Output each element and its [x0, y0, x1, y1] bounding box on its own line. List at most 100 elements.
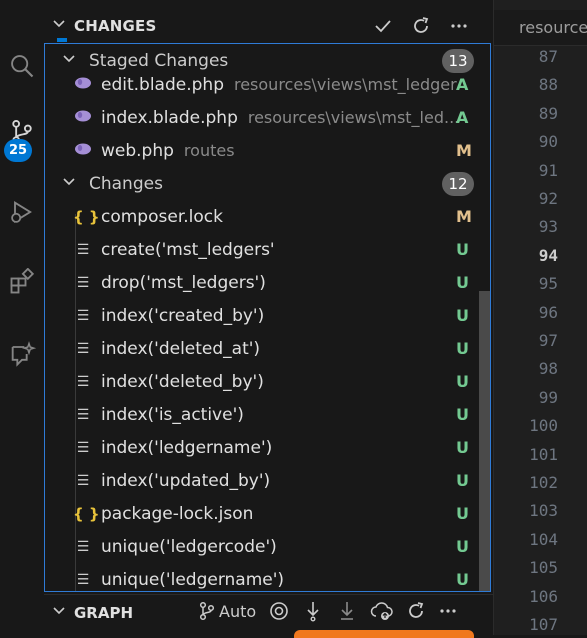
changed-file-row[interactable]: ☰ index('ledgername') U [45, 431, 475, 464]
pull-icon[interactable] [336, 600, 358, 622]
activity-bar: 25 [0, 0, 44, 635]
file-path: resources\views\mst_led... [247, 107, 460, 127]
status-untracked-badge: U [456, 306, 469, 325]
line-number: 96 [538, 302, 558, 322]
editor-area: resources 87 88 89 90 91 92 93 94 95 96 97 98 99 100 1… [493, 0, 587, 635]
line-number: 93 [538, 217, 558, 237]
text-lines-icon: ☰ [76, 340, 90, 357]
chevron-down-icon [62, 174, 76, 194]
changes-count-badge: 12 [442, 171, 474, 196]
line-number: 106 [529, 586, 558, 606]
status-untracked-badge: U [456, 504, 469, 523]
json-braces-icon: { } [73, 207, 100, 226]
file-name: drop('mst_ledgers') [101, 272, 266, 293]
text-lines-icon: ☰ [76, 241, 90, 258]
staged-file-row[interactable]: edit.blade.php resources\views\mst_ledger… [45, 68, 475, 101]
line-number: 102 [529, 473, 558, 492]
file-name: edit.blade.php [101, 74, 224, 95]
editor-tab[interactable]: resources [494, 10, 587, 46]
file-name: index.blade.php [101, 107, 238, 128]
text-lines-icon: ☰ [76, 274, 90, 291]
status-added-badge: A [456, 75, 469, 94]
status-untracked-badge: U [456, 372, 469, 391]
line-number: 99 [538, 387, 558, 407]
status-modified-badge: M [456, 141, 472, 160]
text-lines-icon: ☰ [76, 472, 90, 489]
line-number: 103 [529, 501, 558, 521]
changed-file-row[interactable]: ☰ index('deleted_at') U [45, 332, 475, 365]
line-number: 97 [538, 331, 558, 350]
status-untracked-badge: U [456, 240, 469, 259]
line-number: 107 [529, 615, 558, 634]
line-number: 91 [538, 160, 558, 180]
section-title: CHANGES [74, 17, 157, 35]
line-number: 105 [529, 558, 558, 578]
changed-file-row[interactable]: { } composer.lock M [45, 200, 475, 233]
line-number: 92 [538, 189, 558, 208]
file-path: routes [183, 140, 235, 160]
graph-section-header[interactable]: GRAPH Auto [44, 594, 493, 631]
cloud-push-icon[interactable] [370, 600, 394, 622]
status-untracked-badge: U [456, 438, 469, 457]
file-path: resources\views\mst_ledger [233, 74, 457, 94]
php-elephant-icon [73, 75, 93, 95]
graph-branch-auto-button[interactable]: Auto [198, 601, 256, 621]
run-debug-icon[interactable] [0, 188, 44, 236]
file-name: unique('ledgername') [101, 569, 285, 590]
file-name: unique('ledgercode') [101, 536, 277, 557]
changed-file-row[interactable]: { } package-lock.json U [45, 497, 475, 530]
search-icon[interactable] [0, 42, 44, 90]
line-number: 101 [529, 444, 558, 464]
changes-tree: Staged Changes 13 edit.blade.php resource… [44, 43, 491, 592]
status-untracked-badge: U [456, 273, 469, 292]
file-name: index('created_by') [101, 305, 265, 326]
status-untracked-badge: U [456, 570, 469, 589]
line-number: 89 [538, 103, 558, 123]
changed-file-row[interactable]: ☰ index('updated_by') U [45, 464, 475, 497]
text-lines-icon: ☰ [76, 406, 90, 423]
refresh-icon[interactable] [409, 14, 433, 38]
fetch-icon[interactable] [302, 600, 324, 622]
source-control-panel: CHANGES Staged Changes 13 edit.blade.php… [44, 0, 493, 638]
changed-file-row[interactable]: ☰ unique('ledgername') U [45, 563, 475, 591]
text-lines-icon: ☰ [76, 571, 90, 588]
status-untracked-badge: U [456, 339, 469, 358]
line-number: 94 [538, 245, 558, 265]
file-name: composer.lock [101, 206, 223, 227]
line-number: 95 [538, 274, 558, 294]
commit-check-icon[interactable] [371, 14, 395, 38]
changed-file-row[interactable]: ☰ index('created_by') U [45, 299, 475, 332]
staged-file-row[interactable]: web.php routes M [45, 134, 475, 167]
php-elephant-icon [73, 141, 93, 161]
text-lines-icon: ☰ [76, 439, 90, 456]
file-name: package-lock.json [101, 503, 254, 524]
line-number: 90 [538, 132, 558, 152]
copilot-chat-icon[interactable] [0, 330, 44, 378]
file-name: index('is_active') [101, 404, 244, 425]
line-number: 87 [538, 47, 558, 66]
file-name: index('updated_by') [101, 470, 271, 491]
scrollbar-thumb[interactable] [479, 291, 490, 591]
changed-file-row[interactable]: ☰ index('is_active') U [45, 398, 475, 431]
refresh-icon[interactable] [406, 601, 426, 621]
text-lines-icon: ☰ [76, 307, 90, 324]
extensions-icon[interactable] [0, 258, 44, 306]
more-actions-icon[interactable] [438, 601, 458, 621]
changes-group[interactable]: Changes 12 [45, 167, 475, 200]
php-elephant-icon [73, 108, 93, 128]
changed-file-row[interactable]: ☰ create('mst_ledgers' U [45, 233, 475, 266]
changes-section-header[interactable]: CHANGES [44, 8, 493, 44]
line-number: 100 [529, 416, 558, 436]
changed-file-row[interactable]: ☰ index('deleted_by') U [45, 365, 475, 398]
status-added-badge: A [456, 108, 469, 127]
more-actions-icon[interactable] [447, 14, 471, 38]
file-name: index('ledgername') [101, 437, 273, 458]
commit-button-edge[interactable] [294, 630, 474, 638]
changed-file-row[interactable]: ☰ drop('mst_ledgers') U [45, 266, 475, 299]
changed-file-row[interactable]: ☰ unique('ledgercode') U [45, 530, 475, 563]
staged-file-row[interactable]: index.blade.php resources\views\mst_led..… [45, 101, 475, 134]
file-name: index('deleted_by') [101, 371, 264, 392]
target-icon[interactable] [268, 600, 290, 622]
text-lines-icon: ☰ [76, 373, 90, 390]
graph-title: GRAPH [74, 604, 134, 622]
